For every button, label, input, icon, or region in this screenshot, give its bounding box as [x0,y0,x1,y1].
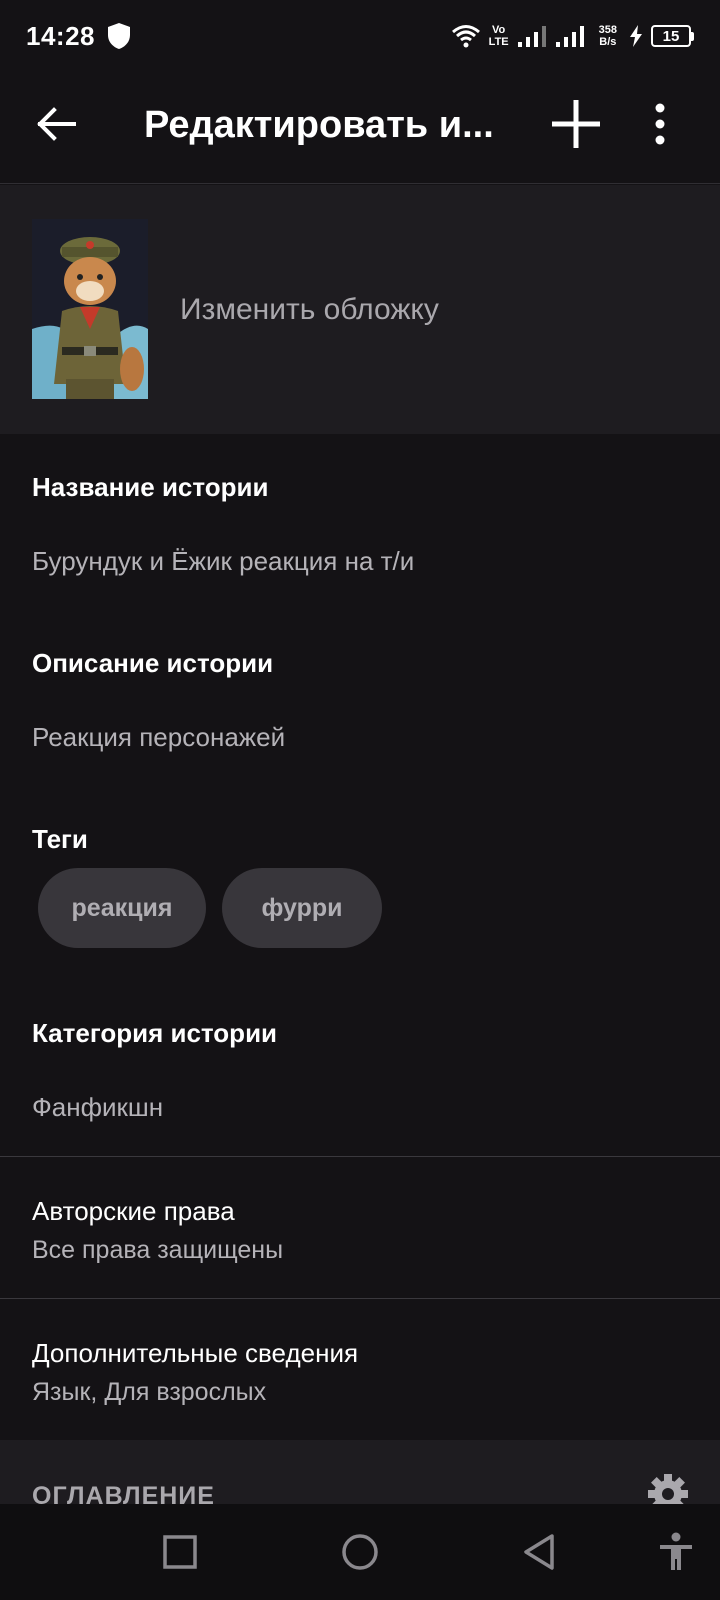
triangle-back-icon[interactable] [516,1528,564,1576]
plus-icon[interactable] [548,96,604,152]
volte-indicator: Vo LTE [488,24,509,48]
tag-chip[interactable]: реакция [38,868,206,948]
back-arrow-icon[interactable] [34,102,78,146]
copyright-value: Все права защищены [32,1236,284,1264]
shield-icon [108,23,130,49]
tag-chip[interactable]: фурри [222,868,382,948]
accessibility-icon[interactable] [652,1528,700,1576]
gear-icon[interactable] [646,1472,690,1504]
app-bar: Редактировать и... [0,72,720,184]
signal-icon-2 [555,26,584,47]
extra-info-title: Дополнительные сведения [32,1338,359,1368]
divider [0,1156,720,1157]
category-label: Категория истории [32,1018,278,1048]
status-time: 14:28 [26,20,95,51]
cover-image[interactable] [32,219,148,399]
extra-info-value: Язык, Для взрослых [32,1378,267,1406]
signal-icon [517,26,546,47]
story-title-label: Название истории [32,472,269,502]
status-bar: 14:28 Vo LTE 358 B/s 15 [0,0,720,72]
tags-label: Теги [32,824,88,854]
circle-icon[interactable] [336,1528,384,1576]
copyright-title: Авторские права [32,1196,235,1226]
more-vert-icon[interactable] [650,102,670,146]
system-nav-bar [0,1504,720,1600]
divider [0,1298,720,1299]
story-description-input[interactable]: Реакция персонажей [32,722,285,753]
battery-icon: 15 [651,25,694,47]
square-icon[interactable] [156,1528,204,1576]
toc-label: ОГЛАВЛЕНИЕ [32,1482,215,1504]
toc-header: ОГЛАВЛЕНИЕ [0,1440,720,1504]
wifi-icon [451,25,480,48]
story-title-input[interactable]: Бурундук и Ёжик реакция на т/и [32,546,414,577]
change-cover-label[interactable]: Изменить обложку [180,293,439,327]
charging-icon [630,25,642,47]
category-value[interactable]: Фанфикшн [32,1092,163,1123]
cover-section[interactable]: Изменить обложку [0,185,720,434]
story-description-label: Описание истории [32,648,274,678]
page-title: Редактировать и... [144,104,494,146]
network-speed: 358 B/s [598,24,617,48]
